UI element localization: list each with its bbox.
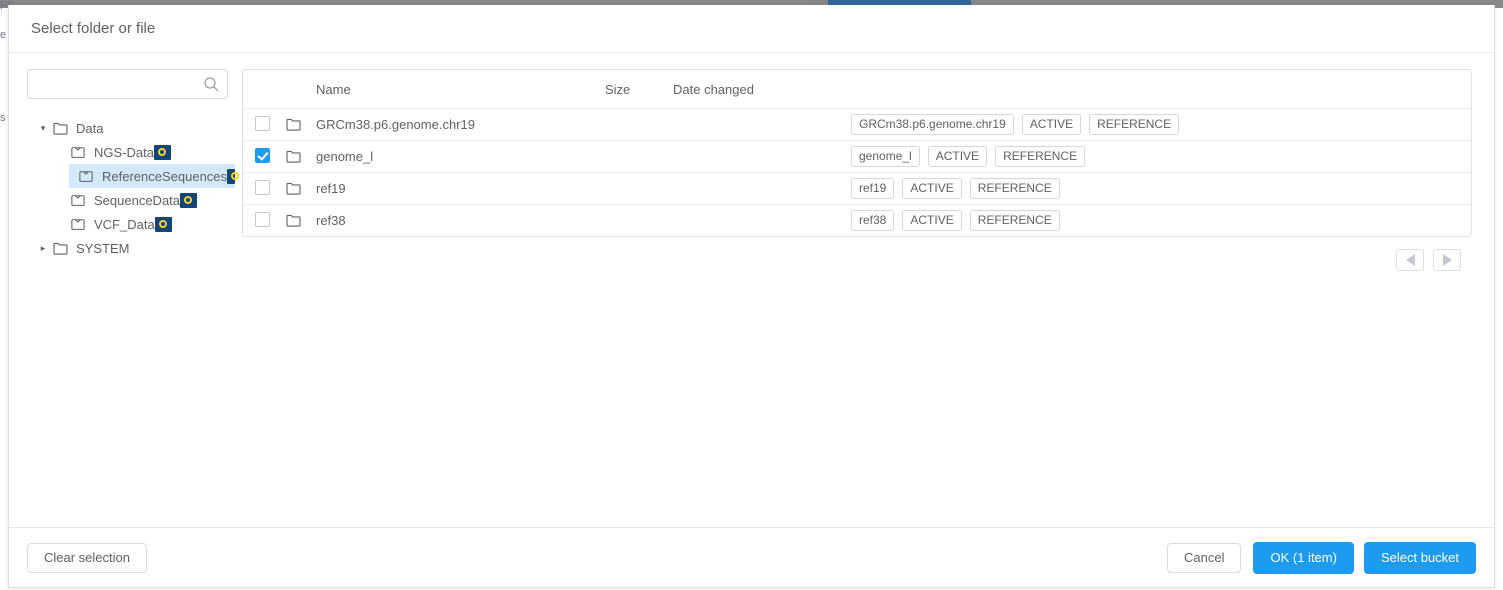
row-checkbox-cell[interactable]: [255, 115, 286, 134]
row-checkbox-cell[interactable]: [255, 147, 286, 166]
dialog-footer: Clear selection Cancel OK (1 item) Selec…: [9, 527, 1494, 587]
header-size[interactable]: Size: [605, 82, 673, 97]
tree-item-referencesequences[interactable]: ReferenceSequences: [69, 164, 239, 188]
eu-region-badge-icon: [227, 168, 239, 184]
tag-name: ref19: [851, 178, 895, 199]
tag-status: ACTIVE: [902, 210, 962, 231]
row-checkbox-cell[interactable]: [255, 179, 286, 198]
folder-icon: [286, 182, 316, 195]
dialog-header: Select folder or file: [9, 5, 1494, 53]
background-ghost-text-3: s: [0, 112, 6, 124]
row-tags: genome_l ACTIVE REFERENCE: [851, 146, 1471, 167]
row-tags: GRCm38.p6.genome.chr19 ACTIVE REFERENCE: [851, 114, 1471, 135]
table-row[interactable]: genome_l genome_l ACTIVE REFERENCE: [243, 140, 1471, 172]
eu-region-badge-icon: [153, 144, 171, 160]
background-left-strip: [0, 8, 8, 590]
tag-type: REFERENCE: [995, 146, 1086, 167]
row-checkbox-cell[interactable]: [255, 211, 286, 230]
bucket-icon: [69, 146, 87, 159]
table-header-row: Name Size Date changed: [243, 70, 1471, 108]
next-page-button[interactable]: [1433, 249, 1461, 271]
tag-name: genome_l: [851, 146, 920, 167]
tag-type: REFERENCE: [969, 178, 1060, 199]
caret-down-icon[interactable]: ▾: [35, 123, 51, 134]
bucket-icon: [77, 170, 95, 183]
row-checkbox[interactable]: [255, 115, 270, 131]
row-name: ref38: [316, 213, 346, 228]
previous-page-button[interactable]: [1396, 249, 1424, 271]
row-checkbox[interactable]: [255, 147, 270, 163]
tree-item-label: ReferenceSequences: [102, 168, 228, 184]
ok-button[interactable]: OK (1 item): [1253, 541, 1354, 574]
tag-name: GRCm38.p6.genome.chr19: [851, 114, 1014, 135]
dialog-body: ▾ Data NGS-Data ReferenceSequences Seque…: [9, 53, 1494, 527]
bucket-icon: [69, 194, 87, 207]
tag-status: ACTIVE: [927, 146, 988, 167]
table-row[interactable]: ref19 ref19 ACTIVE REFERENCE: [243, 172, 1471, 204]
bucket-icon: [69, 218, 87, 231]
tree-item-sequencedata[interactable]: SequenceData: [27, 188, 233, 212]
row-name: ref19: [316, 181, 346, 196]
row-tags: ref19 ACTIVE REFERENCE: [851, 178, 1471, 199]
folder-icon: [51, 242, 69, 255]
row-tags: ref38 ACTIVE REFERENCE: [851, 210, 1471, 231]
tree-item-ngs-data[interactable]: NGS-Data: [27, 140, 233, 164]
header-name[interactable]: Name: [316, 82, 605, 97]
table-row[interactable]: ref38 ref38 ACTIVE REFERENCE: [243, 204, 1471, 236]
search-input[interactable]: [36, 70, 204, 98]
tree-item-vcf-data[interactable]: VCF_Data: [27, 212, 233, 236]
file-list-pane: Name Size Date changed GRCm38.p6.genome.…: [233, 69, 1482, 527]
tag-status: ACTIVE: [902, 178, 962, 199]
tree-item-system[interactable]: ▸ SYSTEM: [27, 236, 233, 260]
row-checkbox[interactable]: [255, 179, 270, 195]
folder-icon: [286, 150, 316, 163]
file-table: Name Size Date changed GRCm38.p6.genome.…: [242, 69, 1472, 237]
background-ghost-text-2: e: [0, 29, 6, 41]
tag-name: ref38: [851, 210, 895, 231]
search-box[interactable]: [27, 69, 228, 99]
dialog-title: Select folder or file: [31, 20, 156, 37]
row-name: genome_l: [316, 149, 374, 164]
caret-right-icon[interactable]: ▸: [35, 243, 51, 254]
folder-tree: ▾ Data NGS-Data ReferenceSequences Seque…: [27, 116, 239, 260]
triangle-left-icon: [1405, 254, 1415, 266]
cancel-button[interactable]: Cancel: [1167, 542, 1242, 573]
tree-item-label: VCF_Data: [94, 216, 155, 232]
row-checkbox[interactable]: [255, 211, 270, 227]
folder-icon: [286, 118, 316, 131]
tree-item-label: Data: [76, 120, 104, 136]
eu-region-badge-icon: [154, 216, 172, 232]
clear-selection-button[interactable]: Clear selection: [27, 542, 147, 573]
tree-item-label: SYSTEM: [76, 240, 130, 256]
eu-region-badge-icon: [180, 192, 198, 208]
tag-type: REFERENCE: [969, 210, 1060, 231]
select-bucket-button[interactable]: Select bucket: [1363, 541, 1476, 574]
folder-icon: [286, 214, 316, 227]
pagination: [242, 249, 1472, 271]
tree-item-label: NGS-Data: [94, 144, 154, 160]
tree-pane: ▾ Data NGS-Data ReferenceSequences Seque…: [21, 69, 239, 527]
select-folder-dialog: Select folder or file ▾ Data NGS-Data Re…: [8, 5, 1495, 588]
header-date-changed[interactable]: Date changed: [673, 82, 851, 97]
row-name: GRCm38.p6.genome.chr19: [316, 117, 475, 132]
table-row[interactable]: GRCm38.p6.genome.chr19 GRCm38.p6.genome.…: [243, 108, 1471, 140]
tree-item-data[interactable]: ▾ Data: [27, 116, 233, 140]
tag-type: REFERENCE: [1089, 114, 1180, 135]
triangle-right-icon: [1442, 254, 1452, 266]
screen: PS e s Select folder or file: [0, 0, 1503, 590]
tag-status: ACTIVE: [1021, 114, 1082, 135]
search-icon[interactable]: [203, 76, 219, 92]
tree-item-label: SequenceData: [94, 192, 181, 208]
folder-icon: [51, 122, 69, 135]
